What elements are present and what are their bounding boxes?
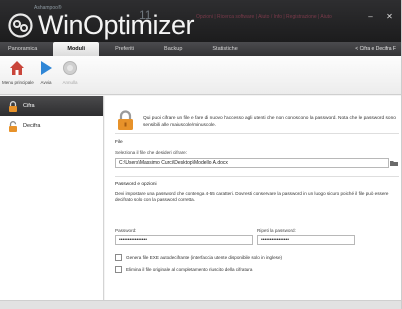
info-text: Qui puoi cifrare un file e fare di nuovo…	[143, 116, 396, 128]
cancel-button[interactable]: Annulla	[58, 60, 82, 85]
divider	[115, 176, 399, 177]
sidebar-item-cifra[interactable]: Cifra	[0, 96, 103, 116]
close-button[interactable]: ✕	[385, 12, 394, 21]
exe-option-label: Genera file EXE autodecifrante (interfac…	[126, 255, 283, 260]
home-icon	[10, 61, 24, 75]
password-label: Password:	[115, 228, 137, 233]
lock-icon	[118, 110, 133, 130]
checkbox[interactable]	[115, 266, 122, 273]
checkbox[interactable]	[115, 254, 122, 261]
module-breadcrumb[interactable]: < Cifra e Decifra F	[355, 42, 396, 56]
sidebar-item-label: Decifra	[23, 123, 41, 129]
file-section-title: File	[115, 140, 123, 145]
tab-statistiche[interactable]: Statistiche	[204, 42, 253, 56]
folder-icon[interactable]	[389, 158, 399, 168]
play-icon	[41, 61, 52, 75]
title-bar: Ashampoo® WinOptimizer 11 Opzioni | Rice…	[0, 0, 401, 42]
delete-original-checkbox[interactable]: Elimina il file originale al completamen…	[115, 266, 252, 273]
tab-panoramica[interactable]: Panoramica	[0, 42, 53, 56]
start-button[interactable]: Avvia	[34, 60, 58, 85]
sidebar-item-decifra[interactable]: Decifra	[0, 116, 103, 136]
sidebar: Cifra Decifra	[0, 96, 104, 309]
divider	[115, 133, 399, 134]
main-menu-label: Menu principale	[2, 80, 34, 85]
minimize-button[interactable]: –	[366, 12, 375, 21]
cancel-icon	[63, 61, 77, 75]
lock-open-icon	[9, 120, 17, 132]
exe-option-checkbox[interactable]: Genera file EXE autodecifrante (interfac…	[115, 254, 282, 261]
main-nav: Panoramica Moduli Preferiti Backup Stati…	[0, 42, 401, 56]
window-controls: – ✕	[366, 12, 394, 21]
repeat-password-label: Ripeti la password:	[257, 228, 296, 233]
sidebar-item-label: Cifra	[23, 103, 35, 109]
password-section-title: Password e opzioni	[115, 182, 157, 187]
tab-moduli[interactable]: Moduli	[53, 42, 100, 56]
password-description: Devi impostare una password che contenga…	[115, 191, 389, 203]
repeat-password-field[interactable]: ••••••••••••••••	[257, 235, 355, 245]
password-field[interactable]: ••••••••••••••••	[115, 235, 253, 245]
lock-icon	[9, 100, 17, 112]
delete-original-label: Elimina il file originale al completamen…	[126, 267, 253, 272]
tab-backup[interactable]: Backup	[156, 42, 204, 56]
app-window: Ashampoo® WinOptimizer 11 Opzioni | Rice…	[0, 0, 402, 309]
app-version: 11	[139, 8, 152, 22]
main-panel: Qui puoi cifrare un file e fare di nuovo…	[105, 96, 401, 309]
main-menu-button[interactable]: Menu principale	[2, 60, 34, 85]
start-label: Avvia	[40, 80, 52, 85]
top-links[interactable]: Opzioni | Ricerca software | Aiuto / Inf…	[196, 14, 332, 20]
status-strip	[0, 300, 401, 309]
tab-preferiti[interactable]: Preferiti	[99, 42, 156, 56]
toolbar-ribbon: Menu principale Avvia Annulla	[0, 56, 401, 95]
file-path-field[interactable]: C:\Users\Massimo Curci\Desktop\Modello A…	[115, 158, 389, 168]
app-title: WinOptimizer	[38, 10, 195, 40]
app-logo-icon	[8, 13, 33, 38]
cancel-label: Annulla	[62, 80, 78, 85]
file-label: Seleziona il file che desideri cifrare:	[115, 150, 188, 155]
